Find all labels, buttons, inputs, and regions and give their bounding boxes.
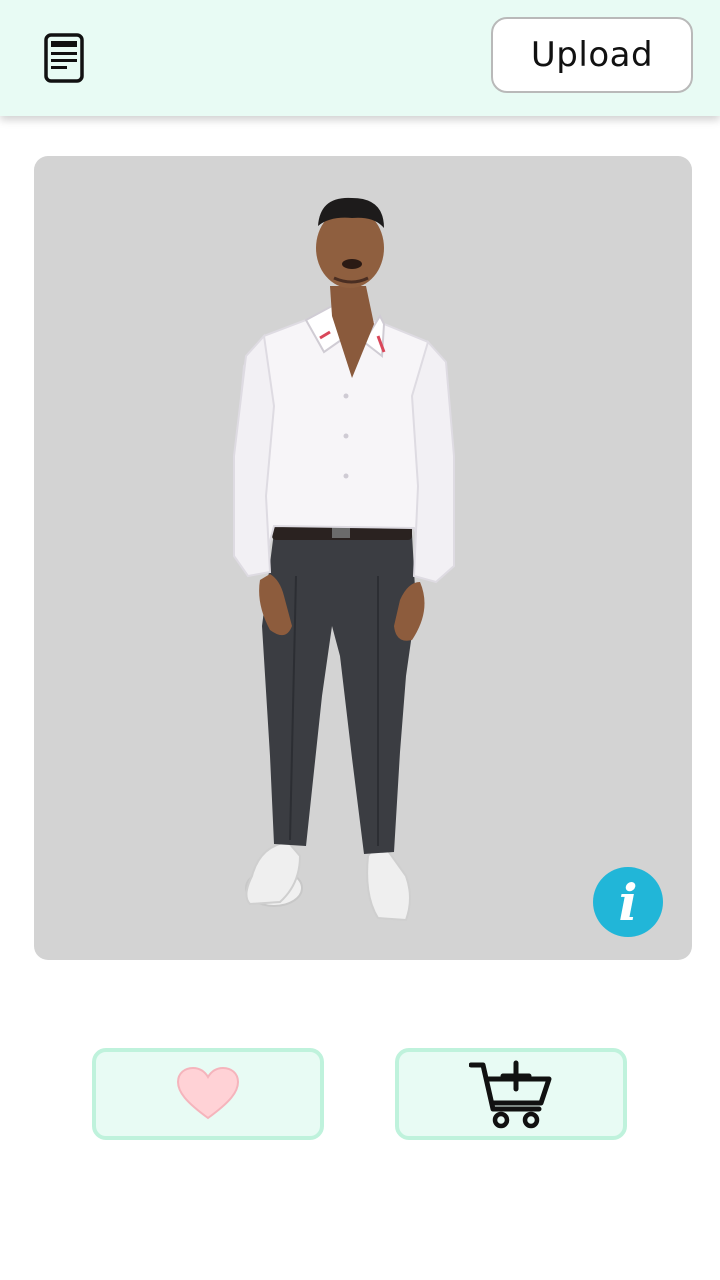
add-to-cart-button[interactable] — [395, 1048, 627, 1140]
upload-button[interactable]: Upload — [491, 17, 693, 93]
photo-card: i — [34, 156, 692, 960]
info-button[interactable]: i — [593, 867, 663, 937]
add-to-cart-icon — [469, 1060, 552, 1129]
like-button[interactable] — [92, 1048, 324, 1140]
top-bar: Upload — [0, 0, 720, 116]
document-list-icon — [44, 33, 84, 83]
person-full-body-photo — [233, 197, 455, 922]
menu-button[interactable] — [40, 30, 88, 86]
info-icon: i — [618, 873, 638, 932]
app-root: Upload i — [0, 0, 720, 1280]
heart-icon — [176, 1066, 240, 1120]
